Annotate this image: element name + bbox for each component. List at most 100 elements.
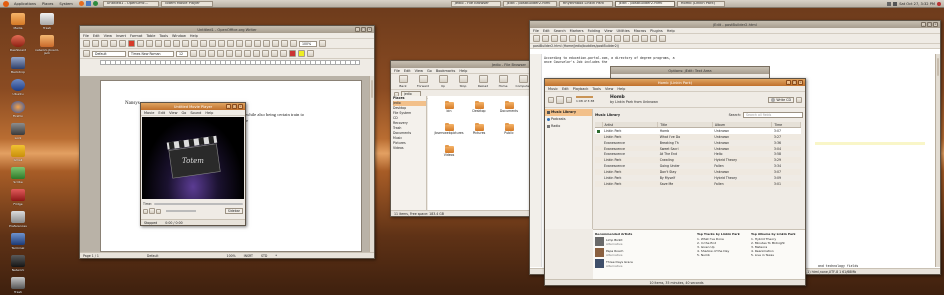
line-gutter[interactable] (530, 54, 542, 267)
files-menu-bookmarks[interactable]: Bookmarks (436, 69, 456, 73)
firefox-launcher-icon[interactable] (78, 1, 84, 6)
totem-menu-go[interactable]: Go (181, 111, 186, 115)
files-menu-go[interactable]: Go (427, 69, 432, 73)
find-icon[interactable] (254, 40, 261, 47)
jedit-menu-edit[interactable]: Edit (543, 29, 550, 33)
show-draw-icon[interactable] (245, 40, 252, 47)
jedit-menu-macros[interactable]: Macros (634, 29, 646, 33)
desktop-icon-firefox[interactable]: Firefox (5, 101, 31, 118)
recommended-artist[interactable]: Limp Bizkit Alternative (595, 237, 695, 246)
task-file-browser[interactable]: Jedio - File Browser (450, 0, 501, 7)
writer-menu-format[interactable]: Format (130, 34, 142, 38)
desktop-icon-fridge[interactable]: Fridge (5, 189, 31, 206)
position-slider[interactable] (576, 96, 593, 98)
desktop-icon-ubuntu[interactable]: Ubuntu (5, 79, 31, 96)
forward-button[interactable]: Forward (414, 75, 432, 88)
new-file-icon[interactable] (533, 35, 540, 42)
hyperlink-icon[interactable] (227, 40, 234, 47)
writer-titlebar[interactable]: Untitled1 - OpenOffice.org Writer _ □ × (80, 26, 374, 33)
style-select[interactable]: Default (92, 50, 126, 57)
close-icon[interactable]: × (933, 22, 938, 27)
maximize-icon[interactable]: □ (792, 80, 797, 85)
italic-icon[interactable] (199, 50, 206, 57)
folder-item[interactable]: Public (494, 123, 524, 136)
new-doc-icon[interactable] (83, 40, 90, 47)
autospell-icon[interactable] (164, 40, 171, 47)
source-radio[interactable]: Radio (545, 123, 592, 130)
rb-menu-tools[interactable]: Tools (592, 87, 601, 91)
indent-inc-icon[interactable] (280, 50, 287, 57)
close-file-icon[interactable] (560, 35, 567, 42)
jedit-titlebar[interactable]: jEdit - postBuilder2.html _ □ × (530, 21, 940, 28)
indent-dec-icon[interactable] (271, 50, 278, 57)
navigator-icon[interactable] (263, 40, 270, 47)
desktop-icon-trash[interactable]: Trash (5, 277, 31, 294)
size-select[interactable]: 12 (176, 50, 188, 57)
source-music-library[interactable]: Music Library (545, 109, 592, 116)
panel-clock[interactable]: Sat Oct 27, 3:32 PM (899, 2, 935, 6)
mail-launcher-icon[interactable] (85, 1, 91, 6)
table-row[interactable]: Linkin Park Save Me Fallen 3:01 (595, 180, 801, 187)
close-icon[interactable]: × (798, 80, 803, 85)
preview-icon[interactable] (146, 40, 153, 47)
paste-icon[interactable] (191, 40, 198, 47)
desktop-icon-backdrop[interactable]: Backdrop (5, 57, 31, 74)
desktop-icon-lock[interactable]: Lock (5, 123, 31, 140)
task-homb[interactable]: Homb (Linkin Park) (676, 0, 725, 7)
top-track-item[interactable]: 5. Numb (697, 253, 749, 257)
rb-menu-view[interactable]: View (605, 87, 613, 91)
table-icon[interactable] (236, 40, 243, 47)
task-jedit[interactable]: jEdit - postBuilder2.html (502, 0, 557, 7)
selection-mode[interactable]: STD (261, 254, 267, 258)
stop-button[interactable]: Stop (454, 75, 472, 88)
play-icon[interactable] (149, 208, 155, 214)
jedit-menu-help[interactable]: Help (667, 29, 675, 33)
menu-applications[interactable]: Applications (11, 2, 39, 6)
cut-icon[interactable] (596, 35, 603, 42)
jedit-menu-utilities[interactable]: Utilities (617, 29, 630, 33)
source-podcasts[interactable]: Podcasts (545, 116, 592, 123)
desktop-icon-terminal[interactable]: Terminal (5, 233, 31, 250)
save-file-icon[interactable] (551, 35, 558, 42)
writer-menu-help[interactable]: Help (190, 34, 198, 38)
desktop-icon-media[interactable]: Media (5, 13, 31, 30)
desktop-icon-scribe[interactable]: Scribe (5, 167, 31, 184)
network-icon[interactable] (887, 1, 892, 6)
jedit-menu-folding[interactable]: Folding (588, 29, 601, 33)
totem-menu-view[interactable]: View (169, 111, 177, 115)
rhythmbox-titlebar[interactable]: Homb (Linkin Park) _ □ × (545, 79, 805, 86)
minimize-icon[interactable]: _ (921, 22, 926, 27)
save-icon[interactable] (101, 40, 108, 47)
reload-button[interactable]: Reload (474, 75, 492, 88)
bold-icon[interactable] (190, 50, 197, 57)
close-icon[interactable]: × (367, 27, 372, 32)
help-icon[interactable] (659, 35, 666, 42)
maximize-icon[interactable]: □ (232, 104, 237, 109)
previous-track-icon[interactable] (548, 96, 554, 103)
options-dialog-titlebar[interactable]: Options: jEdit: Text Area (611, 67, 769, 74)
desktop-icon-trash-2[interactable]: Trash (34, 13, 60, 30)
volume-slider[interactable] (166, 210, 196, 212)
back-button[interactable]: Back (394, 75, 412, 88)
folder-item[interactable]: Documents (494, 101, 524, 114)
desktop-icon-preferences[interactable]: Preferences (5, 211, 31, 228)
rb-menu-help[interactable]: Help (617, 87, 625, 91)
split-icon[interactable] (641, 35, 648, 42)
rb-menu-playback[interactable]: Playback (573, 87, 589, 91)
format-paint-icon[interactable] (200, 40, 207, 47)
totem-menu-help[interactable]: Help (205, 111, 213, 115)
menu-places[interactable]: Places (39, 2, 56, 6)
next-track-icon[interactable] (566, 96, 572, 103)
numbering-icon[interactable] (253, 50, 260, 57)
totem-menu-movie[interactable]: Movie (144, 111, 154, 115)
undo-icon[interactable] (578, 35, 585, 42)
jedit-menu-search[interactable]: Search (554, 29, 566, 33)
desktop-icon-dashboard[interactable]: Dashboard (5, 35, 31, 52)
desktop-icon-gmail[interactable]: Gmail (5, 145, 31, 162)
buffer-path[interactable]: postBuilder2.html (Home/jedio/buddies/po… (530, 44, 940, 49)
copy-icon[interactable] (605, 35, 612, 42)
desktop-icon-network[interactable]: Network (5, 255, 31, 272)
rb-menu-edit[interactable]: Edit (562, 87, 569, 91)
totem-titlebar[interactable]: Untitled Movie Player _ □ × (141, 103, 245, 110)
desktop-icon-network-jack[interactable]: network-jboard-jack (34, 35, 60, 56)
